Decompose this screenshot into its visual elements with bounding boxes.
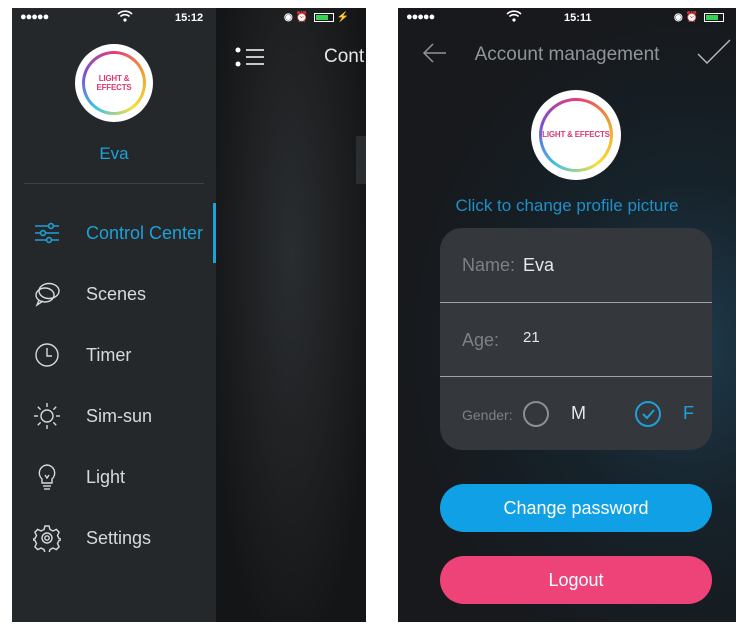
- signal-icon: ●●●●●: [406, 11, 435, 23]
- gender-female-label[interactable]: F: [683, 403, 694, 424]
- status-right-icons: ◉ ⏰ ⚡: [284, 12, 349, 23]
- menu-toggle-icon[interactable]: [234, 44, 268, 72]
- gender-row: Gender: M F: [440, 376, 712, 450]
- alarm-icon: ⏰: [685, 12, 698, 23]
- charging-icon: ⚡: [336, 12, 349, 23]
- menu-item-settings[interactable]: Settings: [12, 513, 216, 563]
- lock-rotation-icon: ◉: [284, 12, 293, 23]
- alarm-icon: ⏰: [295, 12, 308, 23]
- profile-form: Name: Eva Age: 21 Gender: M F: [440, 228, 712, 450]
- confirm-check-icon[interactable]: [696, 38, 732, 71]
- menu-label: Sim-sun: [86, 405, 153, 426]
- gender-male-label[interactable]: M: [571, 403, 586, 424]
- back-arrow-icon[interactable]: [422, 42, 448, 69]
- gender-female-radio[interactable]: [635, 401, 661, 427]
- battery-icon: [703, 12, 724, 22]
- menu-label: Scenes: [86, 283, 147, 304]
- peek-page-title: Cont: [324, 46, 365, 67]
- clock-icon: [30, 338, 64, 372]
- name-row[interactable]: Name: Eva: [440, 228, 712, 302]
- logout-button[interactable]: Logout: [440, 556, 712, 604]
- menu-label: Timer: [86, 344, 132, 365]
- page-title: Account management: [474, 44, 660, 65]
- menu-item-light[interactable]: Light: [12, 452, 216, 502]
- peek-panel: [356, 136, 366, 184]
- nav-bar: Account management: [398, 36, 736, 76]
- gender-label: Gender:: [462, 407, 513, 423]
- change-profile-picture-link[interactable]: Click to change profile picture: [398, 196, 736, 216]
- status-right-icons: ◉ ⏰: [674, 12, 724, 23]
- menu-label: Light: [86, 466, 126, 487]
- menu-item-scenes[interactable]: Scenes: [12, 269, 216, 319]
- drawer-divider: [24, 183, 204, 184]
- lock-rotation-icon: ◉: [674, 12, 683, 23]
- bulb-icon: [30, 460, 64, 494]
- age-label: Age:: [462, 330, 500, 350]
- status-time: 15:11: [564, 12, 592, 24]
- side-drawer: LIGHT & EFFECTS Eva Control Center Scene…: [12, 8, 216, 622]
- wifi-icon: [117, 10, 133, 25]
- menu-label: Control Center: [86, 222, 204, 243]
- drawer-avatar[interactable]: LIGHT & EFFECTS: [75, 44, 153, 122]
- change-password-button[interactable]: Change password: [440, 484, 712, 532]
- sliders-icon: [30, 216, 64, 250]
- wifi-icon: [506, 10, 522, 25]
- name-label: Name:: [462, 255, 516, 275]
- gender-male-radio[interactable]: [523, 401, 549, 427]
- status-time: 15:12: [175, 12, 204, 24]
- name-value[interactable]: Eva: [523, 255, 554, 276]
- signal-icon: ●●●●●: [20, 11, 49, 23]
- age-row[interactable]: Age: 21: [440, 302, 712, 376]
- menu-item-timer[interactable]: Timer: [12, 330, 216, 380]
- battery-icon: [313, 12, 334, 22]
- background-page-peek: [216, 8, 366, 622]
- left-screen-menu: LIGHT & EFFECTS Eva Control Center Scene…: [12, 8, 366, 622]
- menu-item-sim-sun[interactable]: Sim-sun: [12, 391, 216, 441]
- status-bar: ●●●●● 15:11 ◉ ⏰: [398, 8, 736, 30]
- chat-bubbles-icon: [30, 277, 64, 311]
- menu-label: Settings: [86, 527, 152, 548]
- status-bar: ●●●●● 15:12 ◉ ⏰ ⚡: [12, 8, 366, 30]
- checkmark-icon: [642, 409, 655, 420]
- gear-icon: [30, 521, 64, 555]
- menu-item-control-center[interactable]: Control Center: [12, 208, 216, 258]
- profile-avatar[interactable]: LIGHT & EFFECTS: [531, 90, 621, 180]
- age-value[interactable]: 21: [523, 329, 540, 346]
- avatar-logo: LIGHT & EFFECTS: [96, 73, 132, 92]
- sun-icon: [30, 399, 64, 433]
- right-screen-account: ●●●●● 15:11 ◉ ⏰ Account management LIGHT…: [398, 8, 736, 622]
- avatar-logo: LIGHT & EFFECTS: [542, 130, 610, 140]
- drawer-username: Eva: [99, 144, 129, 163]
